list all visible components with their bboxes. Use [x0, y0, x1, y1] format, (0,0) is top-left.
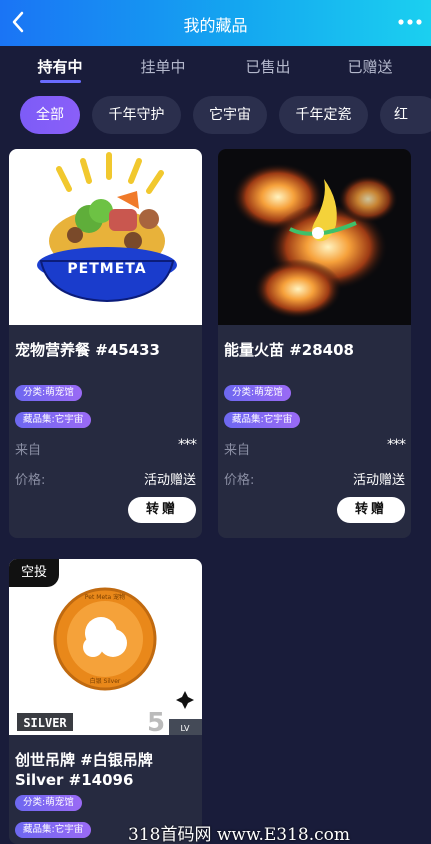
medal-top-text: Pet Meta 宠物: [85, 593, 125, 601]
level-unit: LV: [180, 724, 190, 733]
filter-chip-more[interactable]: 红: [380, 96, 431, 134]
collectible-card[interactable]: 能量火苗 #28408 分类:萌宠馆 藏品集:它宇宙 来自 *** 价格: 活动…: [218, 149, 411, 538]
item-name-line1: 创世吊牌 #白银吊牌: [15, 751, 153, 769]
price-label: 价格:: [224, 473, 255, 488]
tab-listing[interactable]: 挂单中: [123, 56, 203, 77]
medal-bottom-text: 白银 Silver: [90, 677, 121, 685]
tab-holding[interactable]: 持有中: [20, 56, 100, 77]
price-label: 价格:: [15, 473, 46, 488]
top-bar: 我的藏品: [0, 0, 431, 46]
price-value: 活动赠送: [352, 473, 405, 488]
filter-chip-millennium-guard[interactable]: 千年守护: [92, 96, 181, 134]
filter-chip-it-universe[interactable]: 它宇宙: [193, 96, 267, 134]
price-value: 活动赠送: [143, 473, 196, 488]
category-badge: 分类:萌宠馆: [15, 795, 82, 811]
item-name: 能量火苗 #28408: [224, 341, 354, 359]
collection-badge: 藏品集:它宇宙: [15, 412, 92, 428]
petmeta-logo-text: PETMETA: [67, 261, 146, 277]
pet-food-image: PETMETA: [9, 149, 202, 325]
silver-label: SILVER: [23, 716, 67, 730]
from-label: 来自: [15, 443, 42, 458]
tab-sold[interactable]: 已售出: [228, 56, 308, 77]
item-name-line2: Silver #14096: [15, 771, 134, 789]
active-tab-indicator: [40, 80, 81, 83]
airdrop-tag: 空投: [9, 559, 59, 587]
filter-chip-all[interactable]: 全部: [20, 96, 80, 134]
collection-badge: 藏品集:它宇宙: [224, 412, 301, 428]
tab-bar: 持有中 挂单中 已售出 已赠送: [0, 50, 431, 90]
sparkle-icon: [176, 691, 194, 709]
transfer-button[interactable]: 转赠: [337, 497, 405, 523]
from-value: ***: [178, 437, 197, 453]
filter-chip-millennium-porcelain[interactable]: 千年定瓷: [279, 96, 368, 134]
tab-gifted[interactable]: 已赠送: [330, 56, 410, 77]
collectible-card[interactable]: PETMETA 宠物营养餐 #45433 分类:萌宠馆 藏品集:它宇宙 来自 *…: [9, 149, 202, 538]
collection-badge: 藏品集:它宇宙: [15, 822, 92, 838]
collectible-card[interactable]: Pet Meta 宠物 白银 Silver SILVER 5 LV 空投 创世吊…: [9, 559, 202, 844]
filter-chips: 全部 千年守护 它宇宙 千年定瓷 红: [0, 96, 431, 136]
site-watermark: 318首码网 www.E318.com: [128, 825, 351, 844]
more-dots-icon[interactable]: [397, 12, 423, 32]
from-value: ***: [387, 437, 406, 453]
energy-flame-image: [218, 149, 411, 325]
page-title: 我的藏品: [183, 16, 248, 35]
transfer-button[interactable]: 转赠: [128, 497, 196, 523]
level-number: 5: [147, 708, 165, 735]
category-badge: 分类:萌宠馆: [224, 385, 291, 401]
category-badge: 分类:萌宠馆: [15, 385, 82, 401]
item-name: 宠物营养餐 #45433: [15, 341, 160, 359]
from-label: 来自: [224, 443, 251, 458]
